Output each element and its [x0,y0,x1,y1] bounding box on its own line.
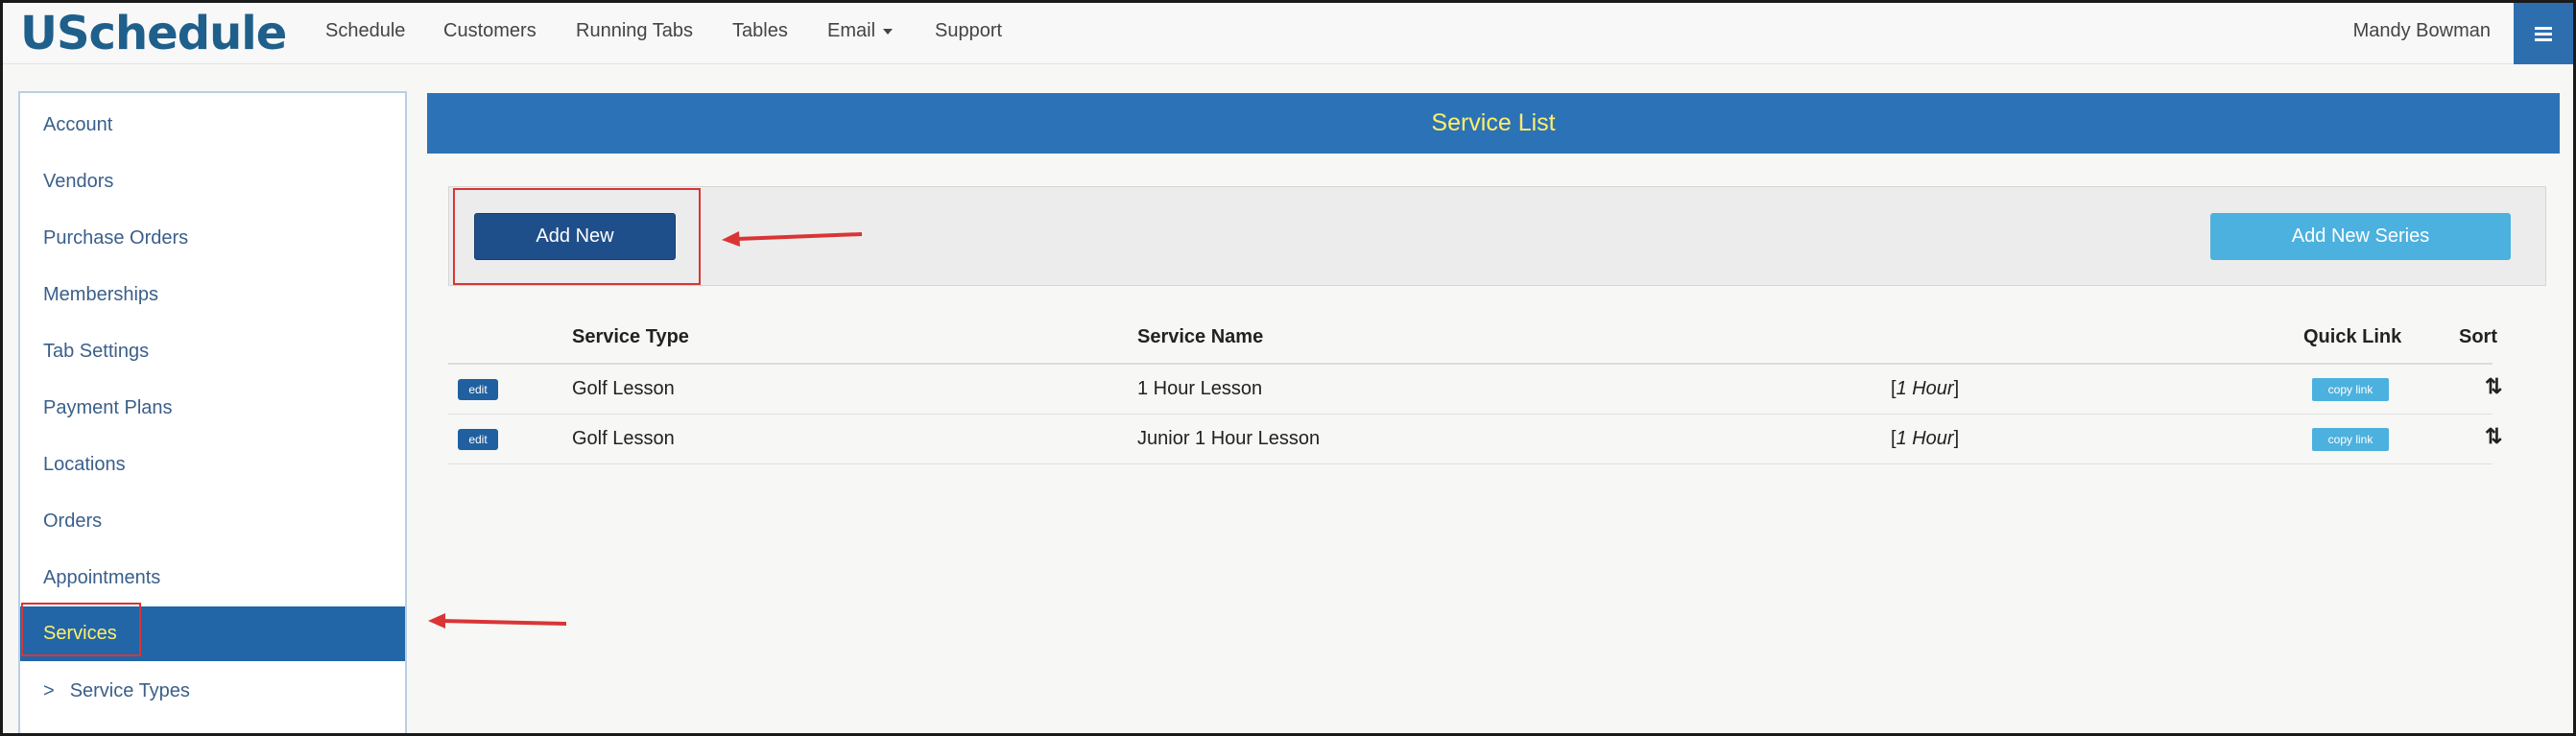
column-header-service-type[interactable]: Service Type [572,326,689,348]
nav-support[interactable]: Support [935,20,1002,42]
user-menu[interactable]: Mandy Bowman [2353,20,2491,42]
service-type-cell: Golf Lesson [572,428,675,449]
column-header-sort: Sort [2459,326,2497,347]
sidebar-item-orders[interactable]: Orders [20,495,405,548]
nav-running-tabs[interactable]: Running Tabs [576,20,693,42]
nav-tables[interactable]: Tables [732,20,788,42]
app-logo[interactable]: USchedule [20,7,287,60]
copy-link-button[interactable]: copy link [2312,378,2389,401]
edit-button[interactable]: edit [458,429,498,450]
nav-schedule[interactable]: Schedule [325,20,405,42]
top-navbar: USchedule Schedule Customers Running Tab… [3,3,2573,64]
nav-email-label: Email [827,20,876,41]
sidebar-item-services[interactable]: Services [20,606,405,661]
sidebar-item-tab-settings[interactable]: Tab Settings [20,325,405,378]
service-name-cell: Junior 1 Hour Lesson [1137,428,1321,449]
column-header-service-name[interactable]: Service Name [1137,326,1263,348]
copy-link-button[interactable]: copy link [2312,428,2389,451]
add-new-button[interactable]: Add New [474,213,676,260]
table-row: edit Golf Lesson Junior 1 Hour Lesson [1… [448,415,2502,464]
sidebar-sub-label: Service Types [69,680,190,701]
menu-toggle-button[interactable] [2514,3,2573,64]
table-row: edit Golf Lesson 1 Hour Lesson [1 Hour] … [448,365,2502,415]
nav-email-dropdown[interactable]: Email [827,20,894,42]
annotation-arrow-services [428,613,567,629]
column-header-quick-link: Quick Link [2303,326,2402,347]
sort-arrows-icon[interactable]: ⇅ [2485,374,2502,399]
page-title: Service List [427,93,2560,154]
sidebar-item-account[interactable]: Account [20,99,405,152]
caret-down-icon [883,28,894,35]
sidebar-item-locations[interactable]: Locations [20,439,405,491]
sidebar-item-appointments[interactable]: Appointments [20,552,405,605]
edit-button[interactable]: edit [458,379,498,400]
hamburger-menu-icon [2535,24,2552,44]
sidebar-item-service-types[interactable]: > Service Types [20,665,405,718]
chevron-right-icon: > [43,680,55,701]
sidebar-item-purchase-orders[interactable]: Purchase Orders [20,212,405,265]
sort-arrows-icon[interactable]: ⇅ [2485,424,2502,449]
duration-value: 1 Hour [1896,378,1954,399]
duration-value: 1 Hour [1896,428,1954,449]
sidebar-item-vendors[interactable]: Vendors [20,155,405,208]
service-type-cell: Golf Lesson [572,378,675,399]
service-name-cell: 1 Hour Lesson [1137,378,1263,399]
nav-customers[interactable]: Customers [443,20,537,42]
duration-cell: [1 Hour] [1891,428,1960,449]
duration-cell: [1 Hour] [1891,378,1960,399]
sidebar-item-payment-plans[interactable]: Payment Plans [20,382,405,435]
sidebar: Account Vendors Purchase Orders Membersh… [18,91,407,736]
sidebar-item-memberships[interactable]: Memberships [20,269,405,321]
add-new-series-button[interactable]: Add New Series [2210,213,2511,260]
